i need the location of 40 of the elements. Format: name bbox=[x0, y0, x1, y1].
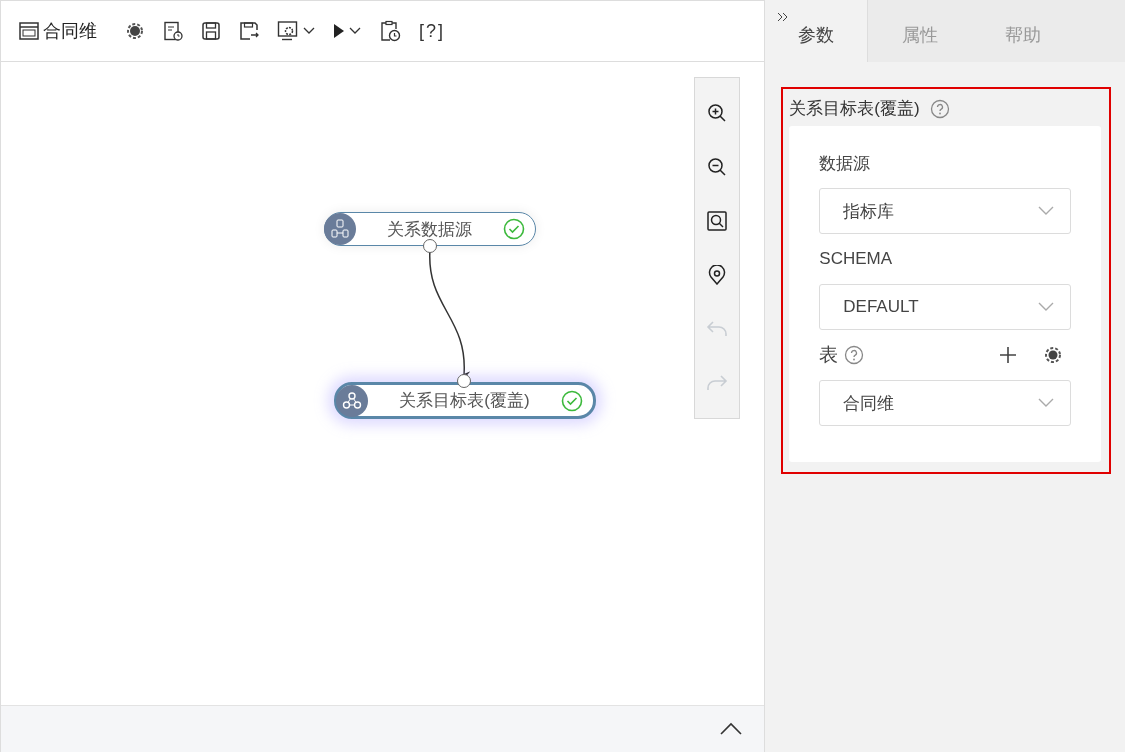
collapse-icon[interactable] bbox=[777, 12, 790, 24]
location-pin-icon[interactable] bbox=[707, 265, 727, 285]
node-label: 关系目标表(覆盖) bbox=[398, 390, 531, 412]
chevron-up-icon[interactable] bbox=[720, 722, 743, 736]
dropdown-field[interactable]: 合同维 bbox=[819, 380, 1071, 426]
caret-icon[interactable] bbox=[303, 27, 315, 35]
field-label: SCHEMA bbox=[819, 249, 893, 269]
flow-node[interactable]: 关系数据源 bbox=[324, 212, 536, 246]
flow-title: 合同维 bbox=[43, 20, 97, 43]
network-icon bbox=[336, 384, 368, 417]
chevron-down-icon bbox=[1038, 398, 1054, 408]
section-title: 关系目标表(覆盖) bbox=[789, 98, 920, 120]
plus-icon[interactable] bbox=[999, 346, 1017, 364]
fit-view-icon[interactable] bbox=[707, 211, 727, 231]
database-icon bbox=[324, 213, 356, 245]
field-label: 数据源 bbox=[819, 152, 871, 175]
zoom-in-icon[interactable] bbox=[707, 103, 727, 123]
save-icon[interactable] bbox=[201, 21, 221, 41]
monitor-gear-icon[interactable] bbox=[277, 20, 299, 42]
flow-node[interactable]: 关系目标表(覆盖) bbox=[334, 382, 596, 419]
clipboard-clock-icon[interactable] bbox=[379, 20, 401, 42]
play-icon[interactable] bbox=[333, 23, 345, 39]
save-as-icon[interactable] bbox=[239, 21, 259, 41]
caret-icon[interactable] bbox=[349, 27, 361, 35]
help-icon[interactable] bbox=[929, 98, 950, 119]
dropdown-field[interactable]: 指标库 bbox=[819, 188, 1071, 234]
output-port[interactable] bbox=[423, 239, 437, 253]
gear-icon[interactable] bbox=[125, 21, 145, 41]
input-port[interactable] bbox=[457, 374, 471, 388]
field-label: 表 bbox=[819, 343, 839, 367]
help-button[interactable]: [?] bbox=[419, 20, 445, 42]
help-icon[interactable] bbox=[844, 345, 865, 365]
dropdown-field[interactable]: DEFAULT bbox=[819, 284, 1071, 330]
document-clock-icon[interactable] bbox=[163, 21, 183, 41]
node-label: 关系数据源 bbox=[386, 218, 473, 241]
chevron-down-icon bbox=[1038, 302, 1054, 312]
chevron-down-icon bbox=[1038, 206, 1054, 216]
gear-icon[interactable] bbox=[1043, 345, 1063, 365]
panel-tab[interactable]: 参数 bbox=[765, 0, 869, 62]
zoom-out-icon[interactable] bbox=[707, 157, 727, 177]
